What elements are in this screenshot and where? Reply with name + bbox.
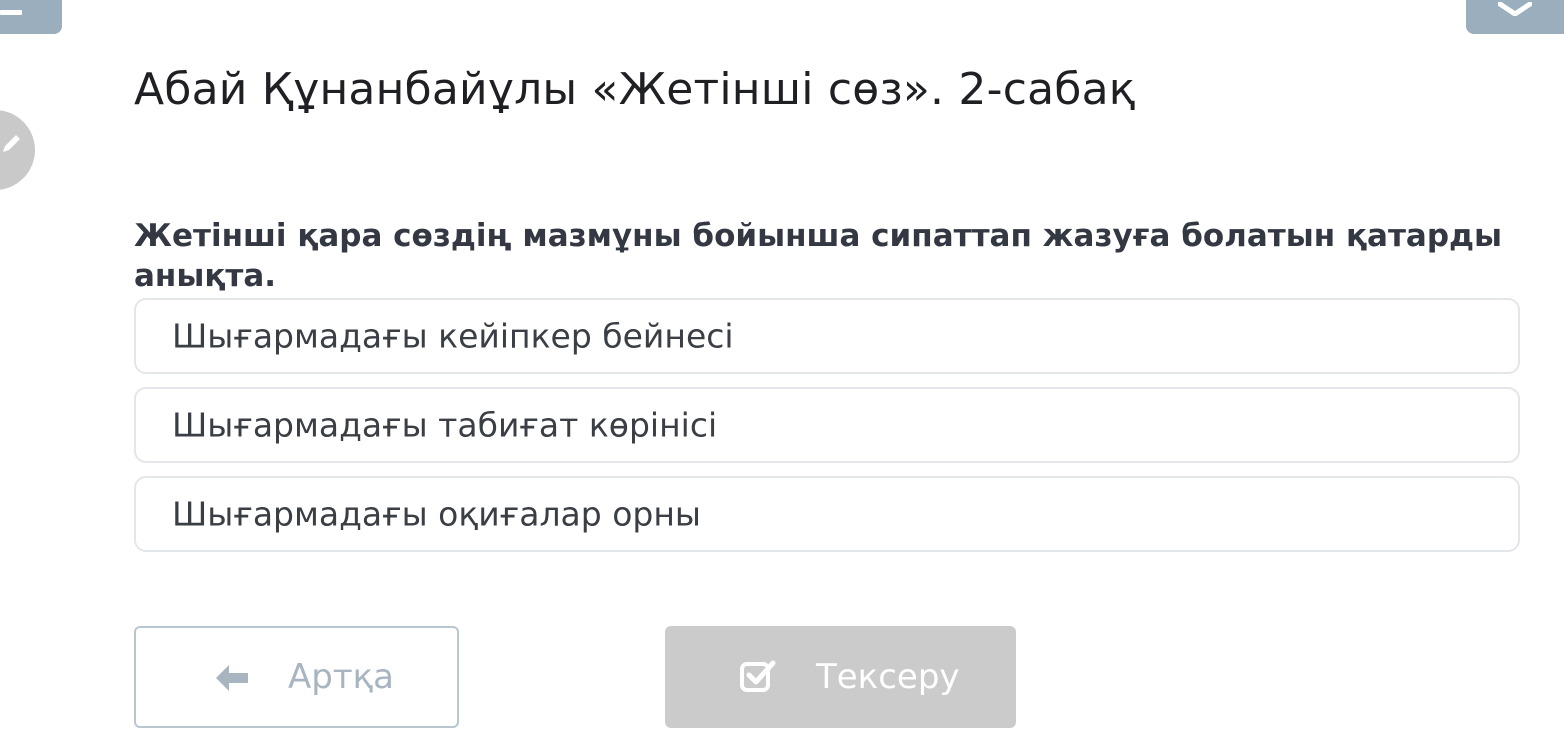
pencil-icon: [3, 135, 20, 152]
answer-option[interactable]: Шығармадағы кейіпкер бейнесі: [134, 298, 1520, 374]
question-text: Жетінші қара сөздің мазмұны бойынша сипа…: [134, 218, 1503, 294]
answer-option[interactable]: Шығармадағы табиғат көрінісі: [134, 387, 1520, 463]
checkbox-check-icon: [740, 660, 776, 692]
check-button-label: Тексеру: [816, 657, 960, 697]
expand-button[interactable]: [1466, 0, 1564, 34]
answer-option-label: Шығармадағы табиғат көрінісі: [172, 405, 718, 445]
answer-option[interactable]: Шығармадағы оқиғалар орны: [134, 476, 1520, 552]
page-title: Абай Құнанбайұлы «Жетінші сөз». 2-сабақ: [134, 64, 1136, 115]
chevron-icon: [1498, 2, 1532, 16]
edit-button[interactable]: [0, 110, 35, 190]
answer-option-label: Шығармадағы кейіпкер бейнесі: [172, 316, 734, 356]
back-button-label: Артқа: [288, 657, 395, 697]
arrow-left-icon: [216, 665, 248, 691]
menu-icon: [0, 10, 22, 15]
check-button[interactable]: Тексеру: [665, 626, 1016, 728]
answer-option-label: Шығармадағы оқиғалар орны: [172, 494, 701, 534]
menu-button[interactable]: [0, 0, 62, 34]
back-button[interactable]: Артқа: [134, 626, 459, 728]
